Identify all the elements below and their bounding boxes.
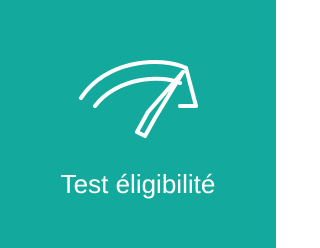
eligibility-test-tile[interactable]: Test éligibilité	[0, 0, 276, 248]
gauge-icon	[68, 50, 208, 142]
tile-label: Test éligibilité	[60, 169, 216, 199]
